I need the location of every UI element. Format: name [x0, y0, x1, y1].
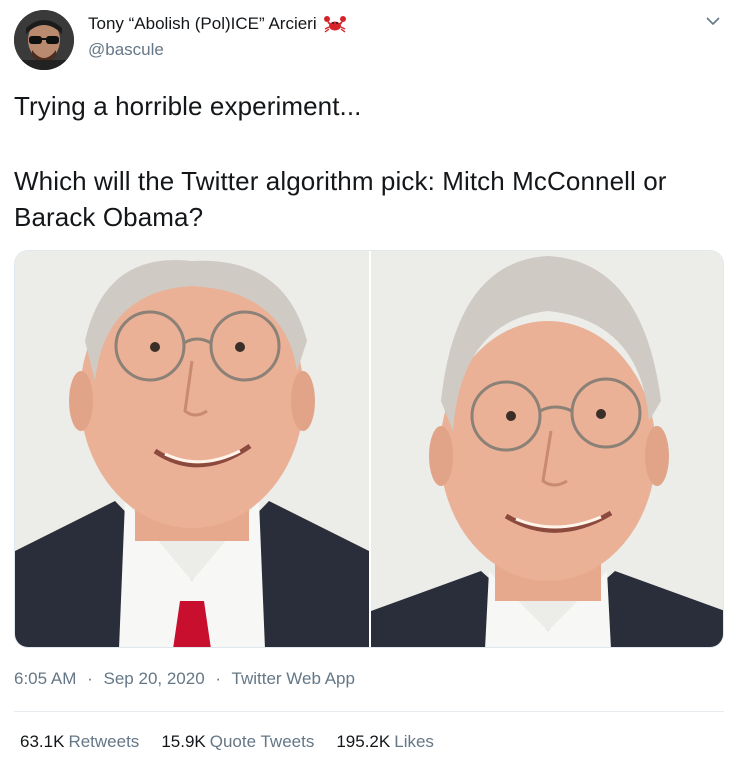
- likes-label: Likes: [394, 732, 434, 751]
- tweet-meta: 6:05 AM · Sep 20, 2020 · Twitter Web App: [14, 669, 355, 689]
- avatar[interactable]: [14, 10, 74, 70]
- tweet-source-link[interactable]: Twitter Web App: [232, 669, 355, 688]
- media-grid: [14, 250, 724, 648]
- chevron-down-icon[interactable]: [704, 14, 722, 28]
- tweet-text-line-2: Which will the Twitter algorithm pick: M…: [14, 166, 667, 196]
- divider: [14, 711, 724, 712]
- tweet-time[interactable]: 6:05 AM: [14, 669, 76, 688]
- retweets-stat[interactable]: 63.1K Retweets: [20, 732, 139, 752]
- meta-separator: ·: [87, 669, 93, 688]
- tweet-text-line-3: Barack Obama?: [14, 202, 204, 232]
- crab-icon: [323, 14, 347, 34]
- author-display-name[interactable]: Tony “Abolish (Pol)ICE” Arcieri: [88, 14, 317, 34]
- tweet: Tony “Abolish (Pol)ICE” Arcieri @bascule…: [0, 0, 744, 764]
- author-name-row[interactable]: Tony “Abolish (Pol)ICE” Arcieri: [88, 14, 347, 34]
- photo-right[interactable]: [371, 251, 723, 647]
- tweet-text-line-1: Trying a horrible experiment...: [14, 91, 362, 121]
- likes-count: 195.2K: [336, 732, 391, 751]
- photo-left[interactable]: [15, 251, 369, 647]
- quote-tweets-count: 15.9K: [161, 732, 206, 751]
- retweets-count: 63.1K: [20, 732, 65, 751]
- likes-stat[interactable]: 195.2K Likes: [336, 732, 434, 752]
- quote-tweets-label: Quote Tweets: [209, 732, 315, 751]
- author-handle[interactable]: @bascule: [88, 40, 164, 60]
- tweet-stats: 63.1K Retweets 15.9K Quote Tweets 195.2K Li…: [20, 732, 456, 752]
- tweet-date[interactable]: Sep 20, 2020: [104, 669, 205, 688]
- quote-tweets-stat[interactable]: 15.9K Quote Tweets: [161, 732, 314, 752]
- retweets-label: Retweets: [68, 732, 140, 751]
- meta-separator: ·: [215, 669, 222, 688]
